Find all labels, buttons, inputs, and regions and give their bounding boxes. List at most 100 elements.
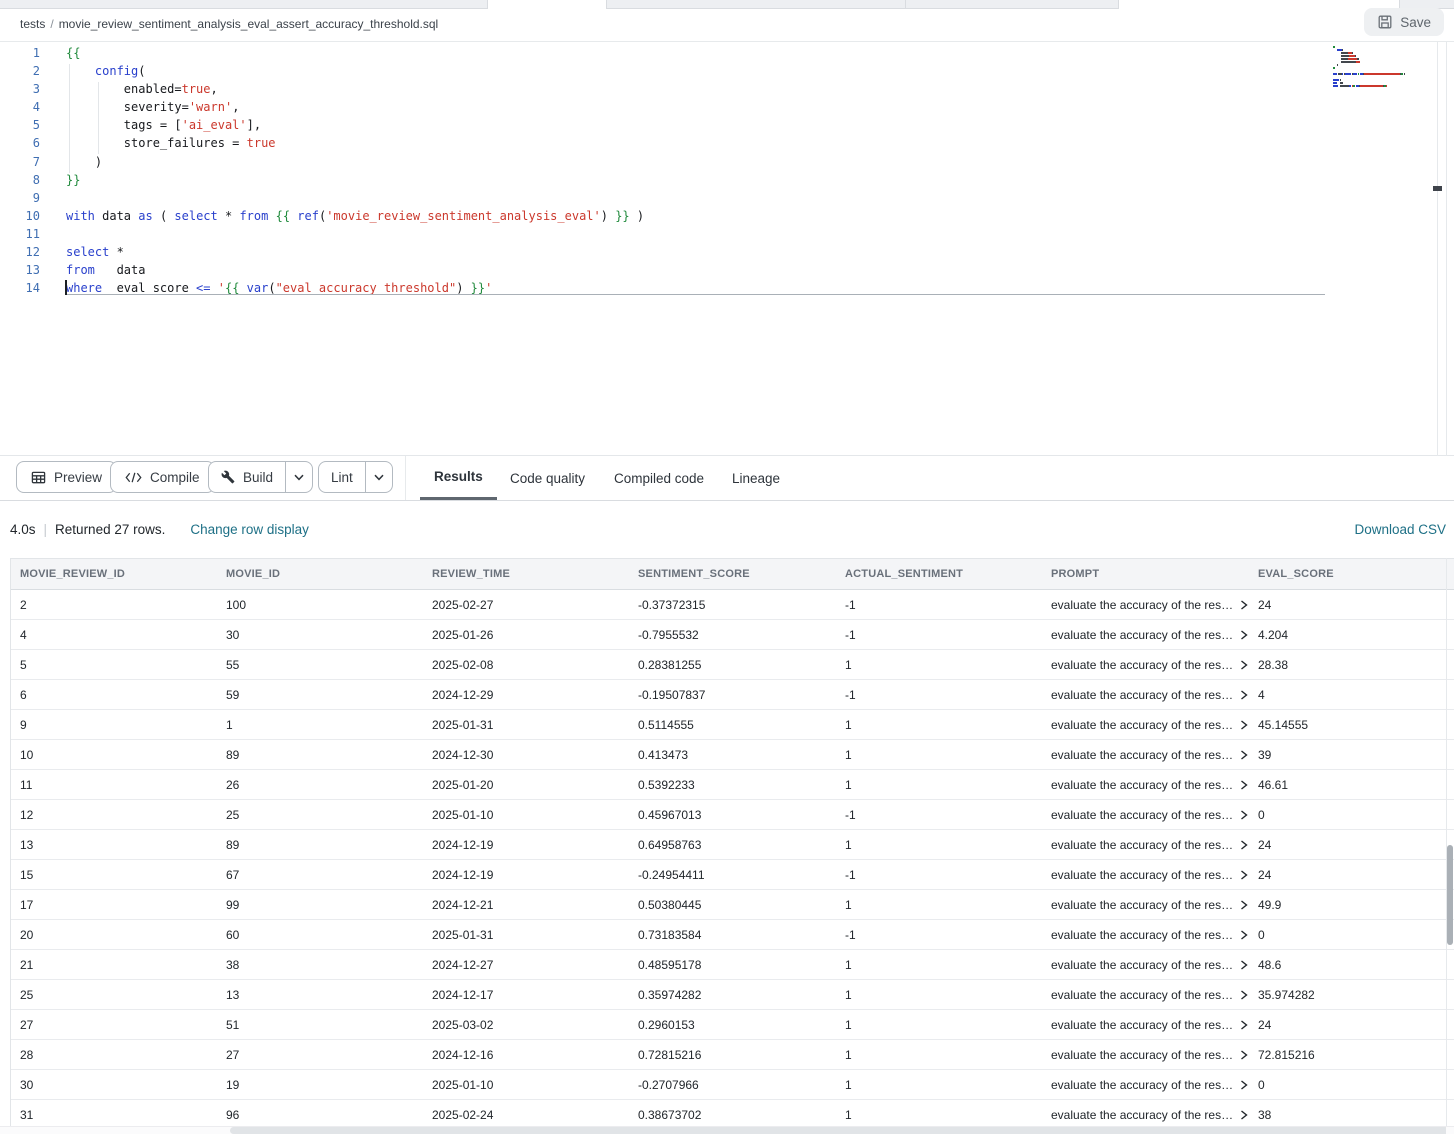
code-line[interactable]: 13from data: [0, 261, 644, 279]
cell: 24: [1248, 830, 1454, 860]
expand-prompt-icon[interactable]: [1240, 840, 1248, 850]
cell: 28.38: [1248, 650, 1454, 680]
cell: 2025-01-26: [422, 620, 628, 650]
save-button[interactable]: Save: [1364, 8, 1444, 36]
prompt-cell[interactable]: evaluate the accuracy of the res…: [1041, 620, 1248, 650]
cell: -1: [835, 680, 1041, 710]
cell: -1: [835, 800, 1041, 830]
cell: 2025-02-08: [422, 650, 628, 680]
cell: 1: [835, 890, 1041, 920]
code-editor[interactable]: 1{{2 config(3 enabled=true,4 severity='w…: [0, 42, 1454, 456]
expand-prompt-icon[interactable]: [1240, 1110, 1248, 1120]
status-separator: |: [36, 522, 56, 537]
expand-prompt-icon[interactable]: [1240, 930, 1248, 940]
cell: 1: [216, 710, 422, 740]
breadcrumb-folder[interactable]: tests: [20, 17, 45, 31]
code-line[interactable]: 12select *: [0, 243, 644, 261]
code-line[interactable]: 4 severity='warn',: [0, 98, 644, 116]
expand-prompt-icon[interactable]: [1240, 660, 1248, 670]
prompt-cell[interactable]: evaluate the accuracy of the res…: [1041, 1100, 1248, 1130]
prompt-cell[interactable]: evaluate the accuracy of the res…: [1041, 800, 1248, 830]
prompt-cell[interactable]: evaluate the accuracy of the res…: [1041, 680, 1248, 710]
line-number: 7: [0, 153, 66, 171]
prompt-cell[interactable]: evaluate the accuracy of the res…: [1041, 920, 1248, 950]
lint-menu-button[interactable]: [365, 462, 392, 492]
code-line[interactable]: 5 tags = ['ai_eval'],: [0, 116, 644, 134]
vertical-scrollbar-thumb[interactable]: [1447, 845, 1453, 945]
build-split-button: Build: [208, 461, 313, 493]
build-button[interactable]: Build: [209, 462, 285, 492]
expand-prompt-icon[interactable]: [1240, 600, 1248, 610]
lint-button[interactable]: Lint: [319, 462, 365, 492]
cell: 2024-12-21: [422, 890, 628, 920]
tab-code-quality[interactable]: Code quality: [496, 456, 599, 500]
prompt-cell[interactable]: evaluate the accuracy of the res…: [1041, 1070, 1248, 1100]
tab-results[interactable]: Results: [420, 456, 497, 500]
editor-tab-strip[interactable]: [0, 0, 1454, 9]
text-cursor: [65, 280, 67, 295]
code-line[interactable]: 6 store_failures = true: [0, 134, 644, 152]
prompt-cell[interactable]: evaluate the accuracy of the res…: [1041, 590, 1248, 620]
ide-window: tests/movie_review_sentiment_analysis_ev…: [0, 0, 1454, 1134]
prompt-cell[interactable]: evaluate the accuracy of the res…: [1041, 830, 1248, 860]
cell: 49.9: [1248, 890, 1454, 920]
cell: 45.14555: [1248, 710, 1454, 740]
prompt-cell[interactable]: evaluate the accuracy of the res…: [1041, 1040, 1248, 1070]
download-csv-link[interactable]: Download CSV: [1354, 522, 1446, 537]
expand-prompt-icon[interactable]: [1240, 750, 1248, 760]
prompt-cell[interactable]: evaluate the accuracy of the res…: [1041, 890, 1248, 920]
expand-prompt-icon[interactable]: [1240, 810, 1248, 820]
cell: 2025-01-10: [422, 800, 628, 830]
expand-prompt-icon[interactable]: [1240, 870, 1248, 880]
code-line[interactable]: 9: [0, 189, 644, 207]
cell: 1: [835, 740, 1041, 770]
table-row: 912025-01-310.51145551 evaluate the accu…: [10, 710, 1454, 740]
open-file-tab[interactable]: [1118, 0, 1400, 9]
expand-prompt-icon[interactable]: [1240, 1080, 1248, 1090]
code-line[interactable]: 2 config(: [0, 62, 644, 80]
build-menu-button[interactable]: [285, 462, 312, 492]
prompt-cell[interactable]: evaluate the accuracy of the res…: [1041, 710, 1248, 740]
expand-prompt-icon[interactable]: [1240, 1050, 1248, 1060]
prompt-cell[interactable]: evaluate the accuracy of the res…: [1041, 1010, 1248, 1040]
editor-lines[interactable]: 1{{2 config(3 enabled=true,4 severity='w…: [0, 44, 644, 297]
prompt-cell[interactable]: evaluate the accuracy of the res…: [1041, 980, 1248, 1010]
prompt-cell[interactable]: evaluate the accuracy of the res…: [1041, 950, 1248, 980]
prompt-cell[interactable]: evaluate the accuracy of the res…: [1041, 770, 1248, 800]
cell: 1: [835, 650, 1041, 680]
tab-compiled-code[interactable]: Compiled code: [600, 456, 718, 500]
code-line[interactable]: 8}}: [0, 171, 644, 189]
breadcrumb-separator: /: [45, 17, 58, 31]
expand-prompt-icon[interactable]: [1240, 990, 1248, 1000]
cell: 0.2960153: [628, 1010, 835, 1040]
code-line[interactable]: 3 enabled=true,: [0, 80, 644, 98]
expand-prompt-icon[interactable]: [1240, 720, 1248, 730]
editor-scrollbar-border: [1446, 42, 1447, 456]
code-line[interactable]: 1{{: [0, 44, 644, 62]
line-number: 3: [0, 80, 66, 98]
save-label: Save: [1400, 15, 1431, 30]
tab-results-label: Results: [434, 469, 483, 484]
cell: 0.50380445: [628, 890, 835, 920]
code-line[interactable]: 7 ): [0, 153, 644, 171]
editor-minimap[interactable]: [1333, 46, 1443, 88]
code-line[interactable]: 11: [0, 225, 644, 243]
code-line[interactable]: 10with data as ( select * from {{ ref('m…: [0, 207, 644, 225]
tab-lineage[interactable]: Lineage: [718, 456, 794, 500]
cell: 19: [216, 1070, 422, 1100]
expand-prompt-icon[interactable]: [1240, 900, 1248, 910]
prompt-cell[interactable]: evaluate the accuracy of the res…: [1041, 860, 1248, 890]
cell: -0.7955532: [628, 620, 835, 650]
expand-prompt-icon[interactable]: [1240, 690, 1248, 700]
expand-prompt-icon[interactable]: [1240, 960, 1248, 970]
horizontal-scrollbar-thumb[interactable]: [230, 1127, 1446, 1134]
expand-prompt-icon[interactable]: [1240, 1020, 1248, 1030]
expand-prompt-icon[interactable]: [1240, 630, 1248, 640]
prompt-cell[interactable]: evaluate the accuracy of the res…: [1041, 740, 1248, 770]
expand-prompt-icon[interactable]: [1240, 780, 1248, 790]
open-file-tab[interactable]: [487, 0, 607, 9]
change-row-display-link[interactable]: Change row display: [190, 522, 309, 537]
compile-button[interactable]: Compile: [110, 461, 215, 493]
preview-button[interactable]: Preview: [16, 461, 117, 493]
prompt-cell[interactable]: evaluate the accuracy of the res…: [1041, 650, 1248, 680]
